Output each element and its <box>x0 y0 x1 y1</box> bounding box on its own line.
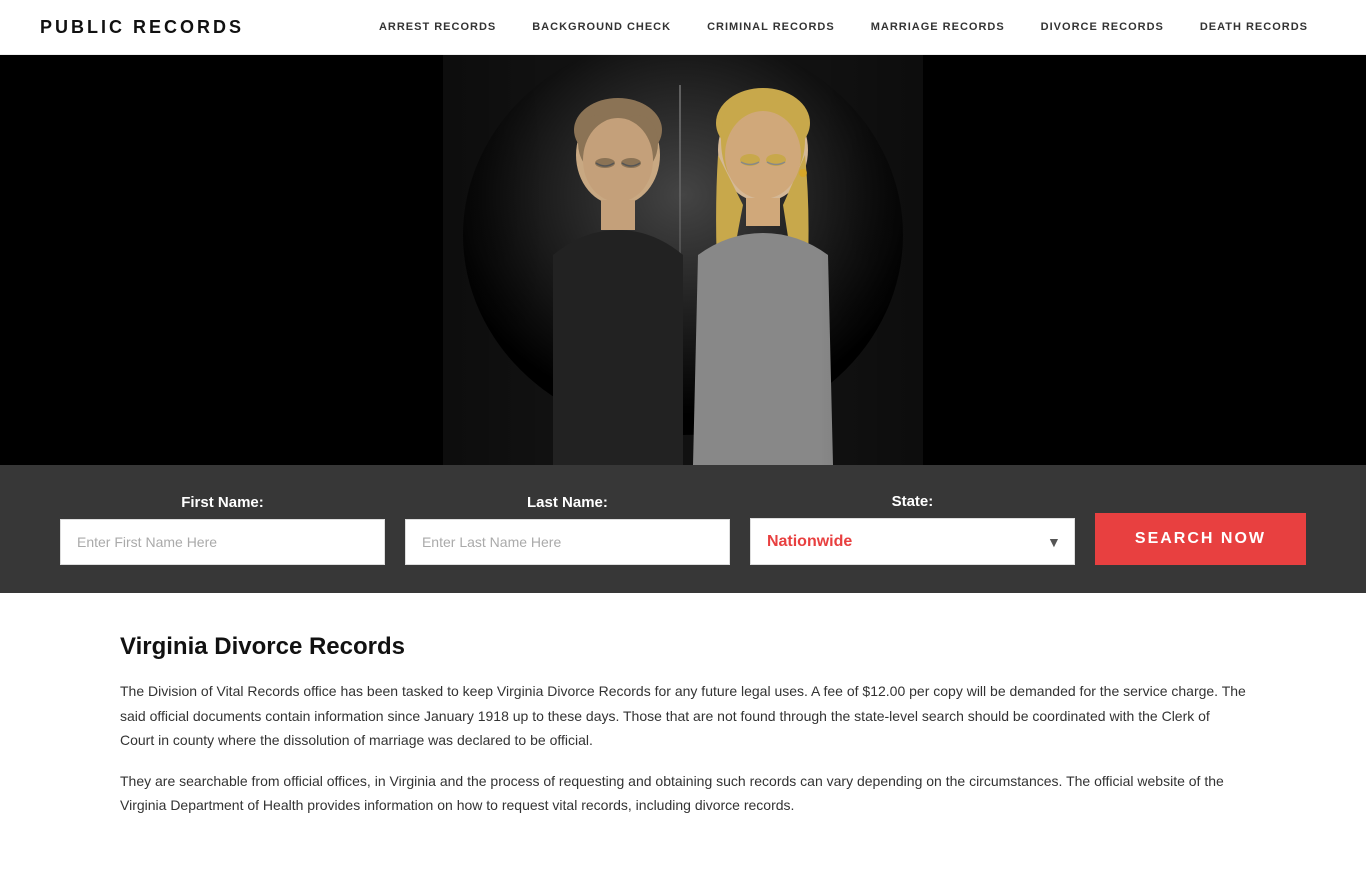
site-logo: PUBLIC RECORDS <box>40 17 244 38</box>
state-label: State: <box>750 493 1075 510</box>
nav-link-divorce-records[interactable]: DIVORCE RECORDS <box>1023 21 1182 33</box>
nav-link-background-check[interactable]: BACKGROUND CHECK <box>514 21 689 33</box>
content-title: Virginia Divorce Records <box>120 633 1246 661</box>
last-name-field: Last Name: <box>405 494 730 565</box>
last-name-input[interactable] <box>405 519 730 565</box>
last-name-label: Last Name: <box>405 494 730 511</box>
content-paragraph-2: They are searchable from official office… <box>120 769 1246 818</box>
main-nav: ARREST RECORDSBACKGROUND CHECKCRIMINAL R… <box>361 21 1326 33</box>
content-paragraph-1: The Division of Vital Records office has… <box>120 679 1246 753</box>
nav-link-marriage-records[interactable]: MARRIAGE RECORDS <box>853 21 1023 33</box>
first-name-field: First Name: <box>60 494 385 565</box>
first-name-label: First Name: <box>60 494 385 511</box>
hero-image <box>443 55 923 465</box>
state-field: State: NationwideAlabamaAlaskaArizonaArk… <box>750 493 1075 565</box>
state-select-wrapper: NationwideAlabamaAlaskaArizonaArkansasCa… <box>750 518 1075 565</box>
nav-link-death-records[interactable]: DEATH RECORDS <box>1182 21 1326 33</box>
content-section: Virginia Divorce Records The Division of… <box>0 593 1366 874</box>
nav-link-arrest-records[interactable]: ARREST RECORDS <box>361 21 514 33</box>
state-select[interactable]: NationwideAlabamaAlaskaArizonaArkansasCa… <box>750 518 1075 565</box>
hero-section <box>0 55 1366 465</box>
search-now-button[interactable]: SEARCH NOW <box>1095 513 1306 565</box>
first-name-input[interactable] <box>60 519 385 565</box>
search-section: First Name: Last Name: State: Nationwide… <box>0 465 1366 593</box>
nav-link-criminal-records[interactable]: CRIMINAL RECORDS <box>689 21 853 33</box>
site-header: PUBLIC RECORDS ARREST RECORDSBACKGROUND … <box>0 0 1366 55</box>
